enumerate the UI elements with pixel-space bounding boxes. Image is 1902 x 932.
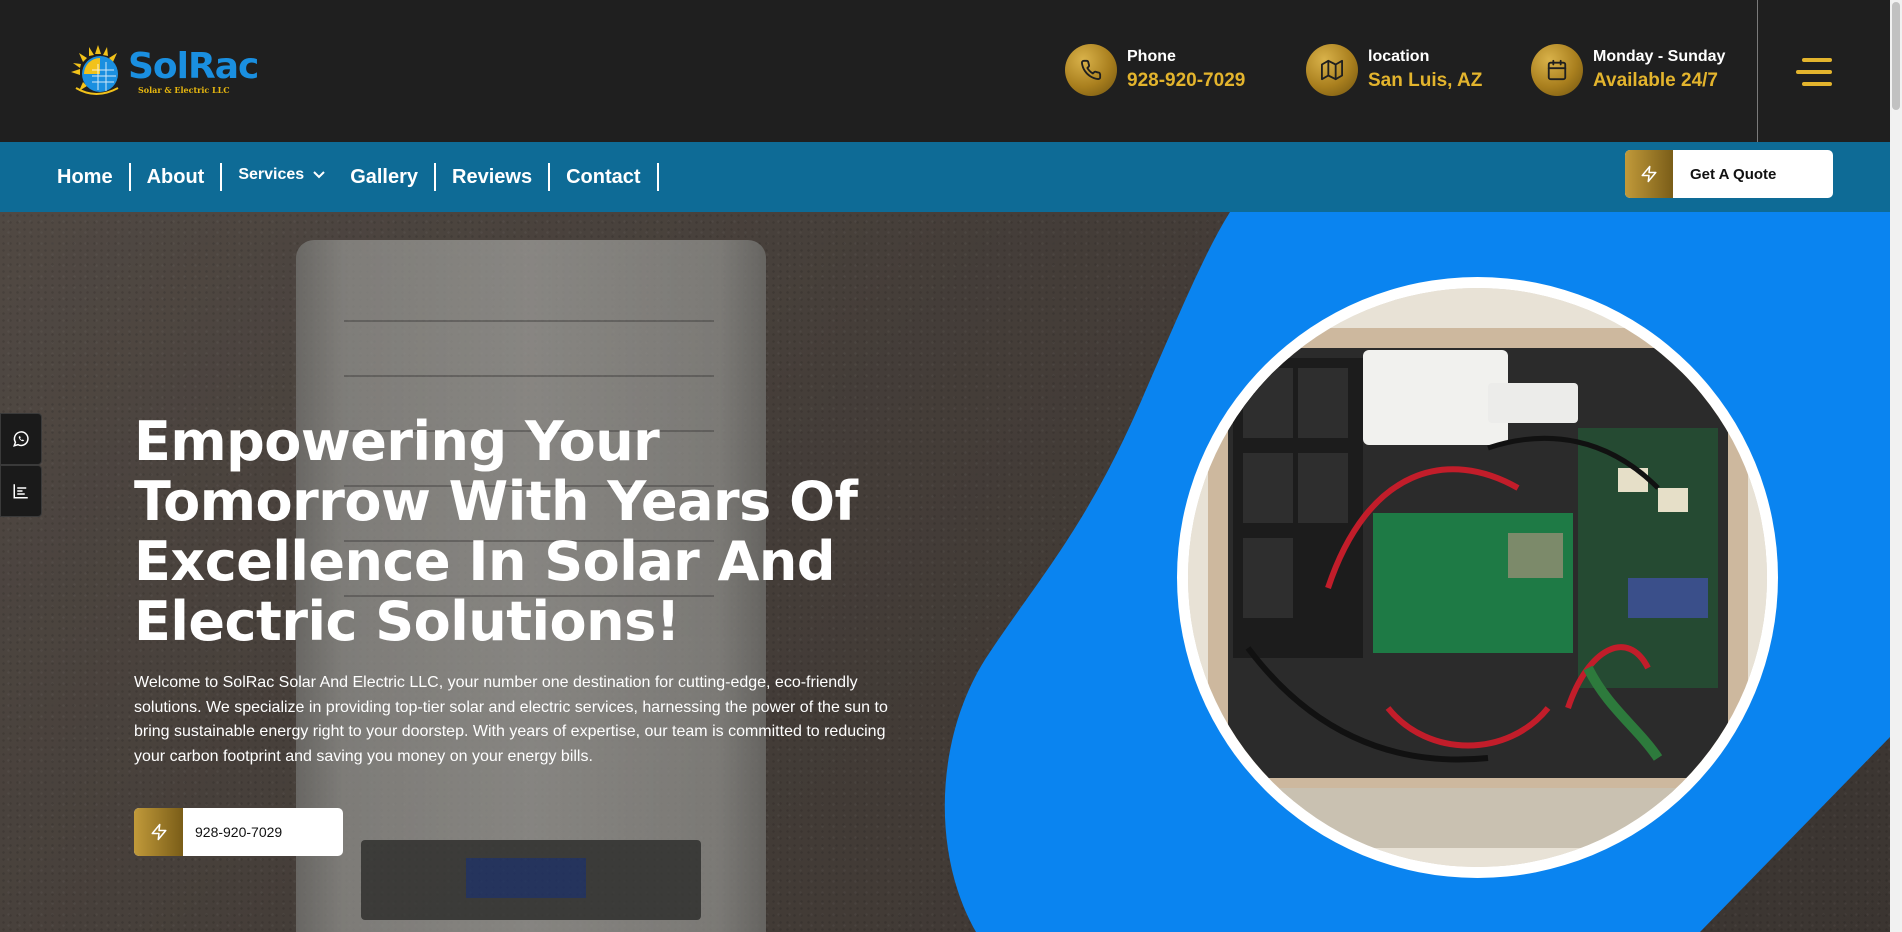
hero-description: Welcome to SolRac Solar And Electric LLC…: [134, 674, 888, 765]
nav-divider: [656, 163, 659, 191]
whatsapp-button[interactable]: [0, 413, 42, 465]
contact-location[interactable]: location San Luis, AZ: [1306, 44, 1482, 96]
nav-services-label: Services: [238, 166, 305, 183]
contact-phone-label: Phone: [1127, 48, 1176, 65]
sun-logo-icon: [70, 44, 126, 100]
main-nav: Home About Services Gallery Reviews Cont…: [0, 142, 1890, 212]
top-header: SolRac Solar & Electric LLC Phone 928-92…: [0, 0, 1890, 142]
logo[interactable]: SolRac Solar & Electric LLC: [70, 44, 259, 100]
contact-hours: Monday - Sunday Available 24/7: [1531, 44, 1725, 96]
get-quote-button[interactable]: Get A Quote: [1625, 150, 1833, 198]
whatsapp-icon: [13, 431, 29, 447]
logo-tagline: Solar & Electric LLC: [138, 85, 230, 95]
chart-button[interactable]: [0, 465, 42, 517]
hamburger-icon[interactable]: [1796, 56, 1836, 88]
phone-icon: [1065, 44, 1117, 96]
get-quote-label: Get A Quote: [1690, 165, 1777, 183]
contact-location-label: location: [1368, 48, 1430, 65]
nav-about[interactable]: About: [131, 163, 221, 191]
map-icon: [1306, 44, 1358, 96]
nav-services[interactable]: Services: [222, 161, 342, 189]
nav-contact[interactable]: Contact: [550, 163, 656, 191]
header-divider: [1757, 0, 1758, 142]
scrollbar-thumb[interactable]: [1892, 2, 1900, 110]
hero-call-label: 928-920-7029: [195, 824, 283, 840]
contact-hours-value: Available 24/7: [1593, 70, 1718, 91]
nav-gallery[interactable]: Gallery: [342, 163, 434, 191]
nav-reviews[interactable]: Reviews: [436, 163, 548, 191]
page-scrollbar[interactable]: [1890, 0, 1902, 932]
chevron-down-icon: [313, 171, 325, 179]
chart-icon: [13, 484, 28, 499]
lightning-icon: [1625, 150, 1673, 198]
electrical-panel-photo: [1188, 288, 1767, 867]
contact-location-value: San Luis, AZ: [1368, 70, 1483, 91]
contact-phone-value[interactable]: 928-920-7029: [1127, 68, 1245, 94]
logo-name: SolRac: [128, 46, 259, 87]
calendar-icon: [1531, 44, 1583, 96]
lightning-icon: [134, 808, 183, 856]
hero-title: Empowering Your Tomorrow With Years Of E…: [134, 410, 858, 653]
hero-call-button[interactable]: 928-920-7029: [134, 808, 343, 856]
nav-home[interactable]: Home: [57, 163, 129, 191]
contact-phone[interactable]: Phone 928-920-7029: [1065, 44, 1245, 96]
contact-hours-label: Monday - Sunday: [1593, 48, 1726, 65]
